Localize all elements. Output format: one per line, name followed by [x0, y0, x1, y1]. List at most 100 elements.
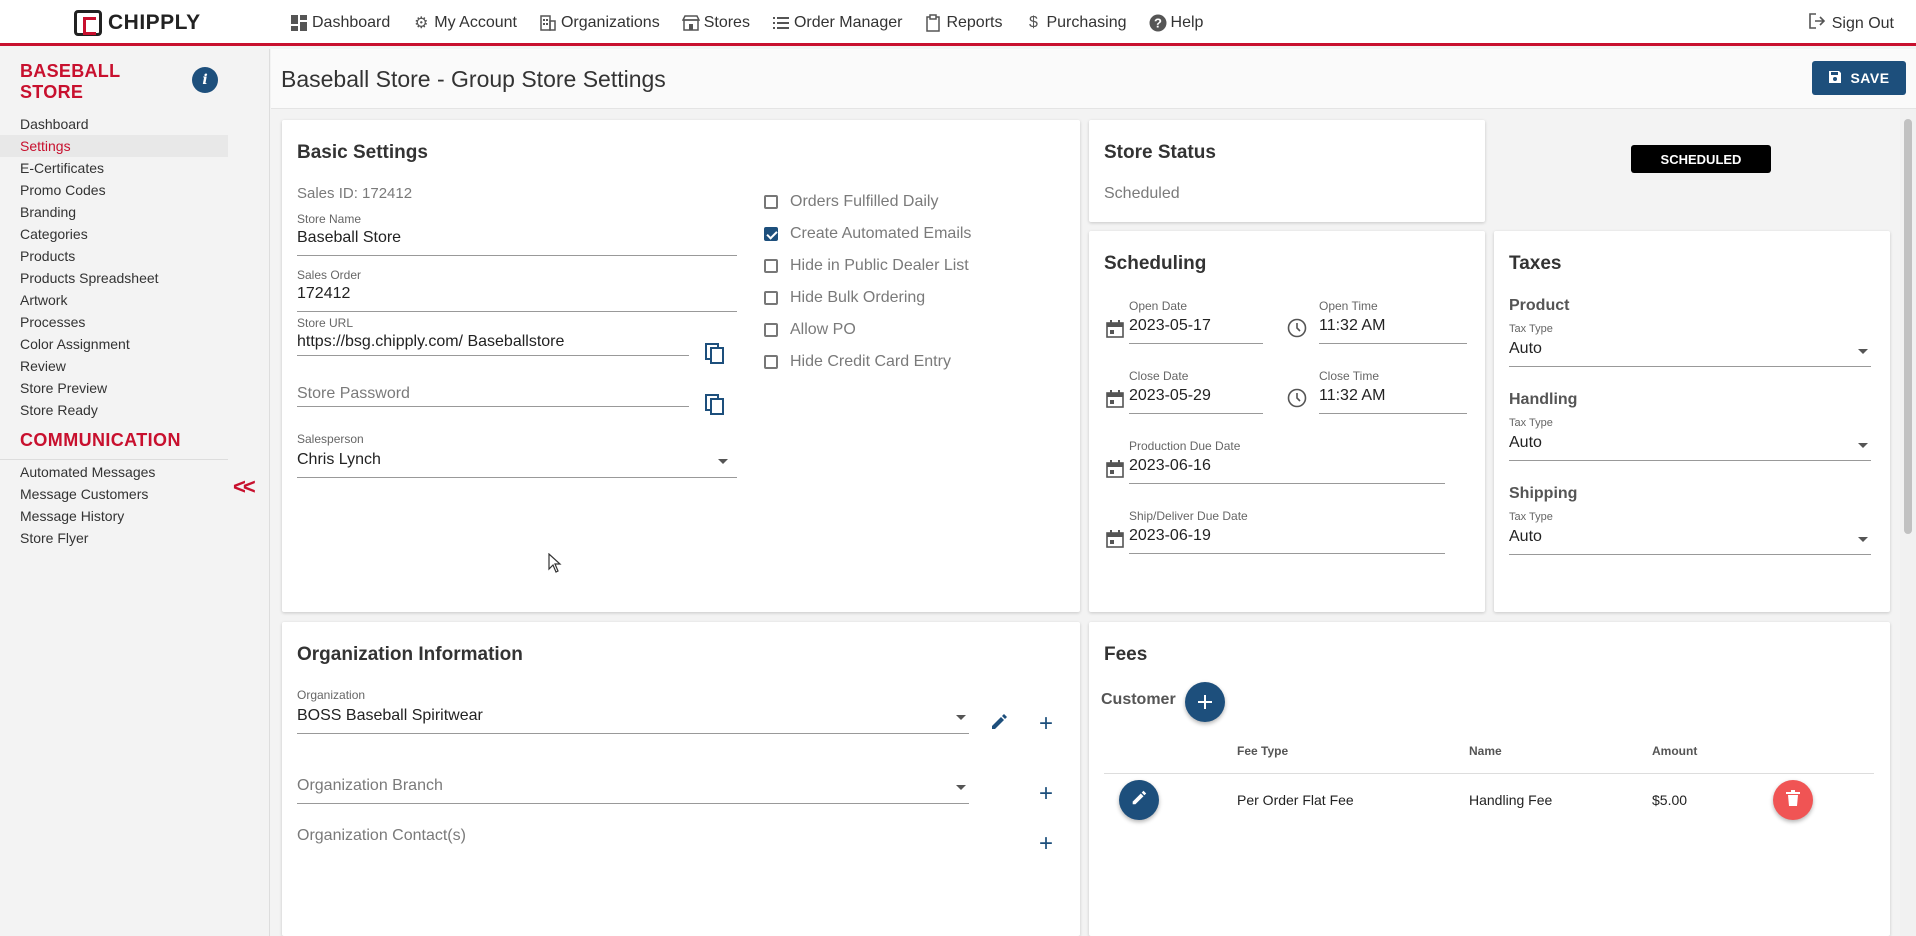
- chipply-logo[interactable]: CHIPPLY: [74, 10, 201, 36]
- close-date-field[interactable]: 2023-05-29: [1129, 387, 1211, 405]
- ship-due-field[interactable]: 2023-06-19: [1129, 527, 1211, 545]
- handling-tax-type-label: Tax Type: [1509, 417, 1553, 429]
- ship-due-label: Ship/Deliver Due Date: [1129, 509, 1248, 523]
- copy-password-icon[interactable]: [705, 394, 724, 415]
- salesperson-underline: [297, 477, 737, 478]
- create-automated-emails-checkbox[interactable]: Create Automated Emails: [764, 225, 971, 243]
- organization-select[interactable]: BOSS Baseball Spiritwear: [297, 707, 483, 725]
- sidebar-item-categories[interactable]: Categories: [0, 223, 228, 245]
- page-scrollbar[interactable]: [1900, 109, 1916, 936]
- sidebar-item-store-flyer[interactable]: Store Flyer: [0, 527, 228, 549]
- hide-credit-card-entry-checkbox[interactable]: Hide Credit Card Entry: [764, 353, 951, 371]
- sidebar-item-artwork[interactable]: Artwork: [0, 289, 228, 311]
- add-organization-contact-icon[interactable]: +: [1039, 832, 1053, 856]
- scrollbar-thumb[interactable]: [1904, 119, 1912, 534]
- handling-tax-type-select[interactable]: Auto: [1509, 434, 1542, 452]
- product-tax-type-select[interactable]: Auto: [1509, 340, 1542, 358]
- calendar-icon[interactable]: [1106, 530, 1124, 548]
- edit-fee-button[interactable]: [1119, 780, 1159, 820]
- nav-purchasing[interactable]: $ Purchasing: [1024, 14, 1127, 32]
- sidebar-item-products[interactable]: Products: [0, 245, 228, 267]
- info-icon[interactable]: i: [192, 67, 218, 93]
- close-date-label: Close Date: [1129, 369, 1189, 383]
- sign-out-link[interactable]: Sign Out: [1808, 12, 1894, 35]
- gear-icon: ⚙: [414, 15, 429, 32]
- sidebar-item-store-ready[interactable]: Store Ready: [0, 399, 228, 421]
- store-url-field[interactable]: https://bsg.chipply.com/ Baseballstore: [297, 333, 564, 351]
- product-tax-dropdown-icon[interactable]: [1858, 349, 1868, 354]
- sidebar-item-products-spreadsheet[interactable]: Products Spreadsheet: [0, 267, 228, 289]
- nav-stores-label: Stores: [703, 14, 750, 31]
- sidebar-item-message-history[interactable]: Message History: [0, 505, 228, 527]
- production-due-field[interactable]: 2023-06-16: [1129, 457, 1211, 475]
- salesperson-select[interactable]: Chris Lynch: [297, 451, 381, 469]
- shipping-tax-dropdown-icon[interactable]: [1858, 537, 1868, 542]
- nav-dashboard[interactable]: Dashboard: [290, 14, 390, 32]
- sidebar-item-dashboard[interactable]: Dashboard: [0, 113, 228, 135]
- nav-organizations-label: Organizations: [560, 14, 660, 31]
- organization-contacts-field[interactable]: Organization Contact(s): [297, 827, 466, 845]
- organization-branch-underline: [297, 803, 969, 804]
- sidebar-item-settings[interactable]: Settings: [0, 135, 228, 157]
- sidebar-item-message-customers[interactable]: Message Customers: [0, 483, 228, 505]
- organization-branch-select[interactable]: Organization Branch: [297, 777, 443, 795]
- add-organization-icon[interactable]: +: [1039, 712, 1053, 736]
- trash-icon: [1786, 789, 1800, 811]
- sales-order-field[interactable]: 172412: [297, 285, 350, 303]
- sidebar-item-promo-codes[interactable]: Promo Codes: [0, 179, 228, 201]
- nav-my-account[interactable]: ⚙ My Account: [412, 14, 517, 32]
- help-icon: ?: [1149, 14, 1167, 32]
- calendar-icon[interactable]: [1106, 390, 1124, 408]
- sidebar-item-color-assignment[interactable]: Color Assignment: [0, 333, 228, 355]
- status-badge: SCHEDULED: [1631, 145, 1771, 173]
- production-due-underline: [1129, 483, 1445, 484]
- copy-url-icon[interactable]: [705, 343, 724, 364]
- nav-organizations[interactable]: Organizations: [539, 14, 660, 32]
- open-time-field[interactable]: 11:32 AM: [1319, 317, 1385, 335]
- sidebar-item-processes[interactable]: Processes: [0, 311, 228, 333]
- clock-icon[interactable]: [1287, 318, 1307, 338]
- sidebar-item-review[interactable]: Review: [0, 355, 228, 377]
- sidebar-item-automated-messages[interactable]: Automated Messages: [0, 461, 228, 483]
- organization-dropdown-icon[interactable]: [956, 715, 966, 720]
- salesperson-dropdown-icon[interactable]: [718, 459, 728, 464]
- organization-branch-dropdown-icon[interactable]: [956, 785, 966, 790]
- calendar-icon[interactable]: [1106, 320, 1124, 338]
- shipping-tax-underline: [1509, 554, 1871, 555]
- add-customer-fee-button[interactable]: [1185, 682, 1225, 722]
- sales-id: Sales ID: 172412: [297, 185, 413, 202]
- scheduling-card: Scheduling Open Date 2023-05-17 Open Tim…: [1089, 231, 1485, 612]
- page-title: Baseball Store - Group Store Settings: [281, 66, 666, 92]
- sidebar-item-branding[interactable]: Branding: [0, 201, 228, 223]
- hide-public-dealer-list-checkbox[interactable]: Hide in Public Dealer List: [764, 257, 969, 275]
- nav-stores[interactable]: Stores: [681, 14, 750, 32]
- open-date-field[interactable]: 2023-05-17: [1129, 317, 1211, 335]
- sidebar-item-store-preview[interactable]: Store Preview: [0, 377, 228, 399]
- dashboard-icon: [290, 14, 308, 32]
- sidebar-item-e-certificates[interactable]: E-Certificates: [0, 157, 228, 179]
- nav-help[interactable]: ? Help: [1149, 14, 1203, 32]
- orders-fulfilled-daily-checkbox[interactable]: Orders Fulfilled Daily: [764, 193, 938, 211]
- close-time-field[interactable]: 11:32 AM: [1319, 387, 1385, 405]
- store-url-underline: [297, 355, 689, 356]
- shipping-tax-type-select[interactable]: Auto: [1509, 528, 1542, 546]
- nav-order-manager[interactable]: Order Manager: [772, 14, 902, 32]
- handling-tax-dropdown-icon[interactable]: [1858, 443, 1868, 448]
- save-label: SAVE: [1850, 70, 1890, 86]
- sales-order-underline: [297, 311, 737, 312]
- clock-icon[interactable]: [1287, 388, 1307, 408]
- delete-fee-button[interactable]: [1773, 780, 1813, 820]
- hide-bulk-ordering-checkbox[interactable]: Hide Bulk Ordering: [764, 289, 925, 307]
- add-organization-branch-icon[interactable]: +: [1039, 782, 1053, 806]
- save-button[interactable]: SAVE: [1812, 61, 1906, 95]
- allow-po-checkbox[interactable]: Allow PO: [764, 321, 856, 339]
- collapse-sidebar-button[interactable]: <<: [233, 474, 256, 500]
- scheduling-title: Scheduling: [1104, 253, 1207, 274]
- edit-organization-icon[interactable]: [989, 712, 1009, 732]
- calendar-icon[interactable]: [1106, 460, 1124, 478]
- store-name-field[interactable]: Baseball Store: [297, 229, 401, 247]
- close-time-underline: [1319, 413, 1467, 414]
- nav-reports[interactable]: Reports: [924, 14, 1002, 32]
- page-header: Baseball Store - Group Store Settings SA…: [271, 49, 1916, 109]
- store-password-field[interactable]: Store Password: [297, 385, 410, 403]
